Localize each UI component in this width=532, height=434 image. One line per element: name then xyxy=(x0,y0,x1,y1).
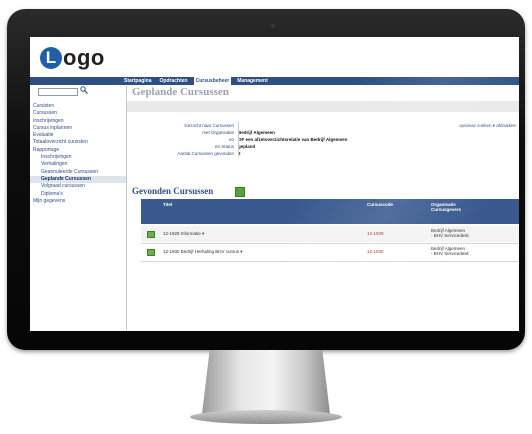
criteria-row: en OF een afzetoverzichtsrelatie van Bed… xyxy=(132,136,516,143)
criteria-row: en Status gepland xyxy=(132,143,516,150)
criteria-divider xyxy=(238,122,239,157)
sidebar-item-cursus-inplannen[interactable]: Cursus inplannen xyxy=(30,125,126,132)
camera-dot xyxy=(271,24,275,28)
criteria-label: Gezocht naar Cursussen xyxy=(184,123,234,128)
criteria-label: met Organisatie xyxy=(202,130,234,135)
table-row[interactable]: 12-1930 Bedrijf Herhaling BHV cursus ▾ 1… xyxy=(141,244,519,260)
search-again-link[interactable]: opnieuw zoeken ▾ afdrukken xyxy=(459,123,516,129)
cell-organisatie: Bedrijf Algemeen - BHV Servicedesk xyxy=(431,228,469,238)
monitor-stand-neck xyxy=(202,350,330,414)
top-nav: Startpagina Opdrachten Cursusbeheer Mana… xyxy=(122,77,270,85)
sidebar-subitem-geannuleerde[interactable]: Geannuleerde Cursussen xyxy=(30,169,126,176)
results-table-header: Titel Cursuscode Organisatie Cursusgever… xyxy=(141,199,519,224)
criteria-label: en Status xyxy=(214,144,234,149)
criteria-value: OF een afzetoverzichtsrelatie van Bedrij… xyxy=(238,137,348,142)
table-row[interactable]: 12-1929 Informatie ▾ 12-1929 Bedrijf Alg… xyxy=(141,226,519,242)
sidebar-item-cursussen[interactable]: Cursussen xyxy=(30,110,126,117)
criteria-value: Bedrijf Algemeen xyxy=(238,130,275,135)
column-header-titel[interactable]: Titel xyxy=(163,202,172,207)
cell-cursuscode: 12-1929 xyxy=(367,231,384,236)
monitor-bezel: L ogo Startpagina Opdrachten Cursusbehee… xyxy=(7,9,525,350)
cell-titel[interactable]: 12-1930 Bedrijf Herhaling BHV cursus ▾ xyxy=(163,249,243,254)
results-title: Gevonden Cursussen xyxy=(132,186,214,196)
column-header-organisatie[interactable]: Organisatie Cursusgevers xyxy=(431,202,461,212)
sidebar-item-evaluatie[interactable]: Evaluatie xyxy=(30,132,126,139)
logo-badge: L xyxy=(40,47,62,69)
nav-cursusbeheer[interactable]: Cursusbeheer xyxy=(193,77,232,85)
logo-text: ogo xyxy=(63,45,105,70)
sidebar-subitem-inschrijvingen[interactable]: Inschrijvingen xyxy=(30,154,126,161)
screen: L ogo Startpagina Opdrachten Cursusbehee… xyxy=(30,37,519,331)
page-header-band xyxy=(127,101,519,112)
nav-opdrachten[interactable]: Opdrachten xyxy=(158,77,190,85)
criteria-label: en xyxy=(228,137,234,142)
search-input[interactable] xyxy=(38,88,78,96)
course-icon xyxy=(147,231,155,238)
cell-cursuscode: 12-1930 xyxy=(367,249,384,254)
sidebar-subitem-verhalingen[interactable]: Verhalingen xyxy=(30,161,126,168)
sidebar-item-rapportage[interactable]: Rapportage xyxy=(30,147,126,154)
criteria-row: met Organisatie Bedrijf Algemeen xyxy=(132,129,516,136)
sidebar-item-inschrijvingen[interactable]: Inschrijvingen xyxy=(30,118,126,125)
nav-startpagina[interactable]: Startpagina xyxy=(122,77,154,85)
nav-management[interactable]: Management xyxy=(235,77,270,85)
sidebar-subitem-volgraad[interactable]: Volgraad cursussen xyxy=(30,183,126,190)
course-icon xyxy=(147,249,155,256)
top-nav-bar xyxy=(30,77,519,85)
sidebar-item-totaaloverzicht[interactable]: Totaaloverzicht cursisten xyxy=(30,139,126,146)
search-criteria: Gezocht naar Cursussen met Organisatie B… xyxy=(132,122,516,157)
sidebar-divider xyxy=(126,86,127,331)
sidebar-subitem-geplande[interactable]: Geplande Cursussen xyxy=(30,175,126,184)
excel-icon[interactable] xyxy=(235,187,245,197)
cell-titel[interactable]: 12-1929 Informatie ▾ xyxy=(163,231,204,236)
sidebar-item-mijn-gegevens[interactable]: Mijn gegevens xyxy=(30,198,126,205)
logo[interactable]: L ogo xyxy=(40,45,105,70)
search-icon[interactable] xyxy=(80,86,88,97)
page-title: Geplande Cursussen xyxy=(132,86,229,98)
criteria-value: gepland xyxy=(238,144,256,149)
sidebar-item-cursisten[interactable]: Cursisten xyxy=(30,103,126,110)
monitor-stand-foot xyxy=(190,410,342,424)
column-header-cursuscode[interactable]: Cursuscode xyxy=(367,202,393,207)
criteria-label: Aantal Cursussen gevonden xyxy=(177,151,234,156)
row-divider xyxy=(141,261,519,262)
criteria-row: Aantal Cursussen gevonden 2 xyxy=(132,150,516,157)
cell-organisatie: Bedrijf Algemeen - BHV Servicedesk xyxy=(431,246,469,256)
sidebar: Cursisten Cursussen Inschrijvingen Cursu… xyxy=(30,103,126,205)
sidebar-subitem-diplomas[interactable]: Diploma's xyxy=(30,191,126,198)
